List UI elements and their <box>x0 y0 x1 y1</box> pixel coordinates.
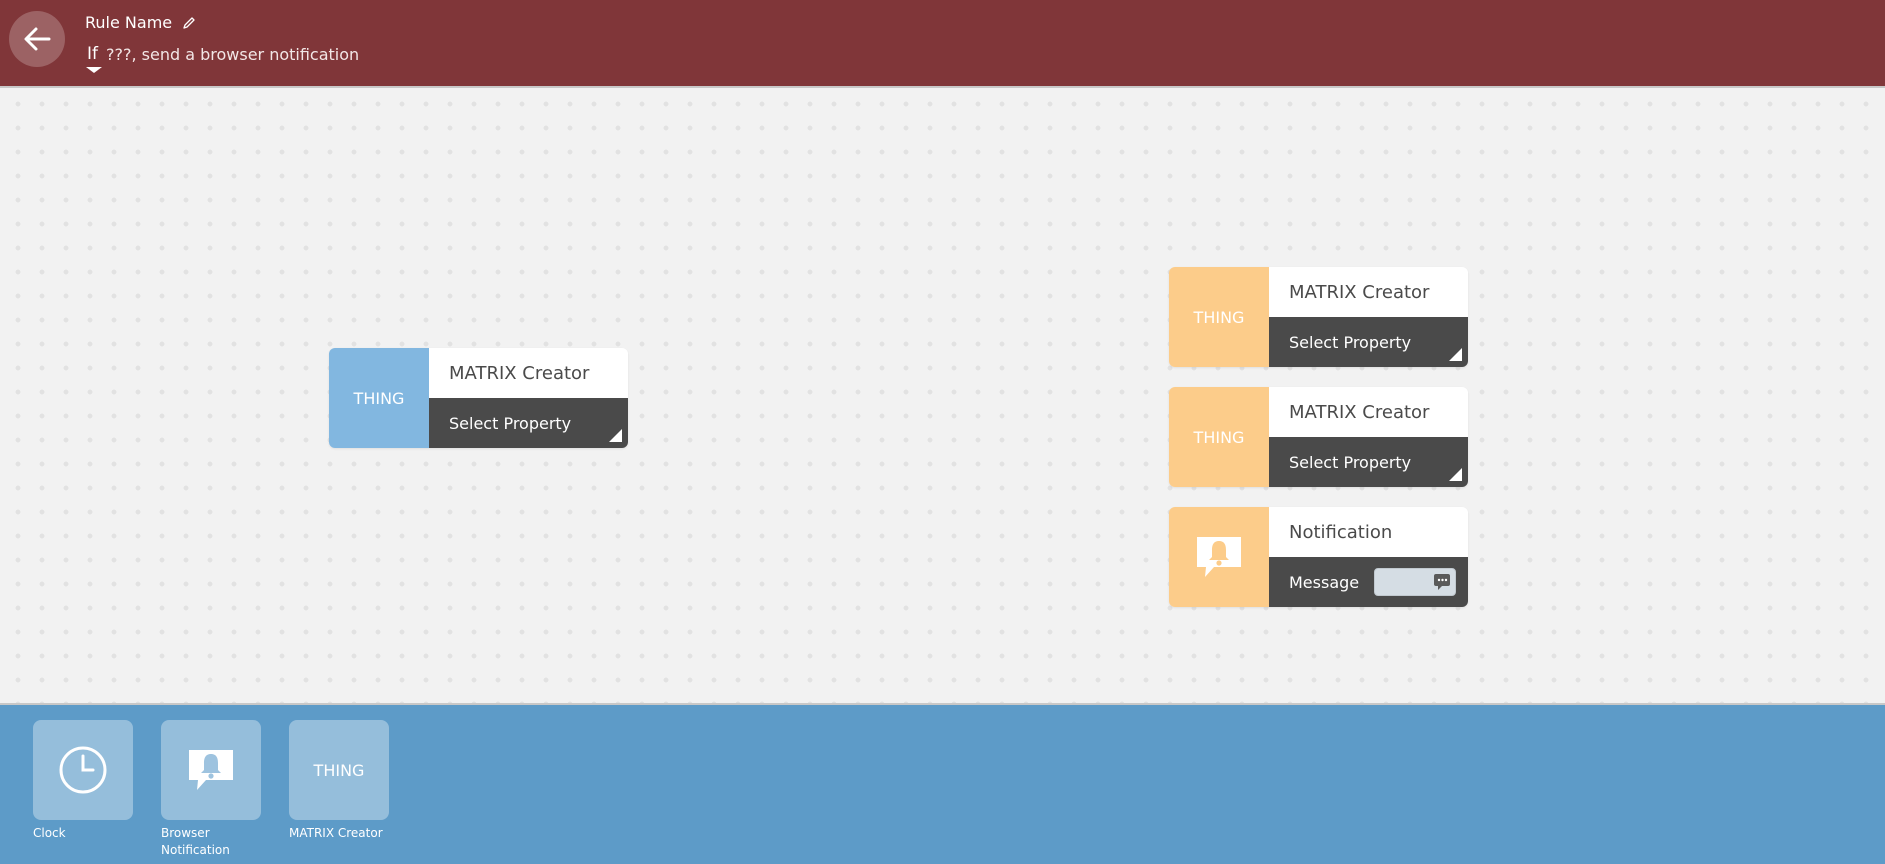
message-row: Message <box>1269 557 1468 607</box>
notification-block[interactable]: Notification Message <box>1169 507 1468 607</box>
back-button[interactable] <box>9 11 65 67</box>
property-select-label: Select Property <box>1289 452 1412 472</box>
trigger-block[interactable]: THING MATRIX Creator Select Property <box>329 348 628 448</box>
rule-name-row: Rule Name <box>85 13 196 32</box>
property-select[interactable]: Select Property <box>429 398 628 448</box>
caret-corner-icon <box>609 429 622 442</box>
palette-label: MATRIX Creator <box>289 826 383 840</box>
caret-corner-icon <box>1449 468 1462 481</box>
arrow-left-icon <box>24 27 51 51</box>
property-select-label: Select Property <box>1289 332 1412 352</box>
block-icon-label: THING <box>1193 427 1245 447</box>
palette-item-matrix-creator[interactable]: THING MATRIX Creator <box>289 720 389 842</box>
effect-block[interactable]: THING MATRIX Creator Select Property <box>1169 387 1468 487</box>
property-select-label: Select Property <box>449 413 572 433</box>
rule-description: If ???, send a browser notification <box>85 44 360 73</box>
message-input[interactable] <box>1374 568 1457 596</box>
bell-speech-icon[interactable] <box>161 720 261 820</box>
block-title: MATRIX Creator <box>1269 267 1468 317</box>
caret-down-icon <box>86 67 102 73</box>
effect-block[interactable]: THING MATRIX Creator Select Property <box>1169 267 1468 367</box>
thing-icon: THING <box>1169 267 1269 367</box>
pencil-icon[interactable] <box>182 16 196 30</box>
palette-item-browser-notification[interactable]: Browser Notification <box>161 720 261 859</box>
rule-canvas[interactable]: THING MATRIX Creator Select Property THI… <box>0 88 1885 703</box>
bell-speech-icon <box>1169 507 1269 607</box>
block-palette: Clock Browser Notification THING MATRIX … <box>0 703 1885 864</box>
message-insert-icon[interactable] <box>1433 572 1453 592</box>
clock-icon[interactable] <box>33 720 133 820</box>
block-icon-label: THING <box>353 388 405 408</box>
header-bar: Rule Name If ???, send a browser notific… <box>0 0 1885 88</box>
rule-name-title[interactable]: Rule Name <box>85 13 172 32</box>
palette-label: Browser Notification <box>161 826 230 857</box>
block-title: Notification <box>1269 507 1468 557</box>
thing-icon: THING <box>1169 387 1269 487</box>
thing-icon: THING <box>329 348 429 448</box>
block-title: MATRIX Creator <box>429 348 628 398</box>
property-select[interactable]: Select Property <box>1269 437 1468 487</box>
palette-label: Clock <box>33 826 66 840</box>
palette-tile-label: THING <box>313 760 365 780</box>
palette-item-clock[interactable]: Clock <box>33 720 133 842</box>
if-dropdown[interactable]: If <box>85 44 102 73</box>
block-icon-label: THING <box>1193 307 1245 327</box>
block-title: MATRIX Creator <box>1269 387 1468 437</box>
if-dropdown-label: If <box>87 44 98 64</box>
rule-description-text: ???, send a browser notification <box>106 44 360 64</box>
thing-icon[interactable]: THING <box>289 720 389 820</box>
caret-corner-icon <box>1449 348 1462 361</box>
property-select[interactable]: Select Property <box>1269 317 1468 367</box>
message-label: Message <box>1289 572 1360 592</box>
